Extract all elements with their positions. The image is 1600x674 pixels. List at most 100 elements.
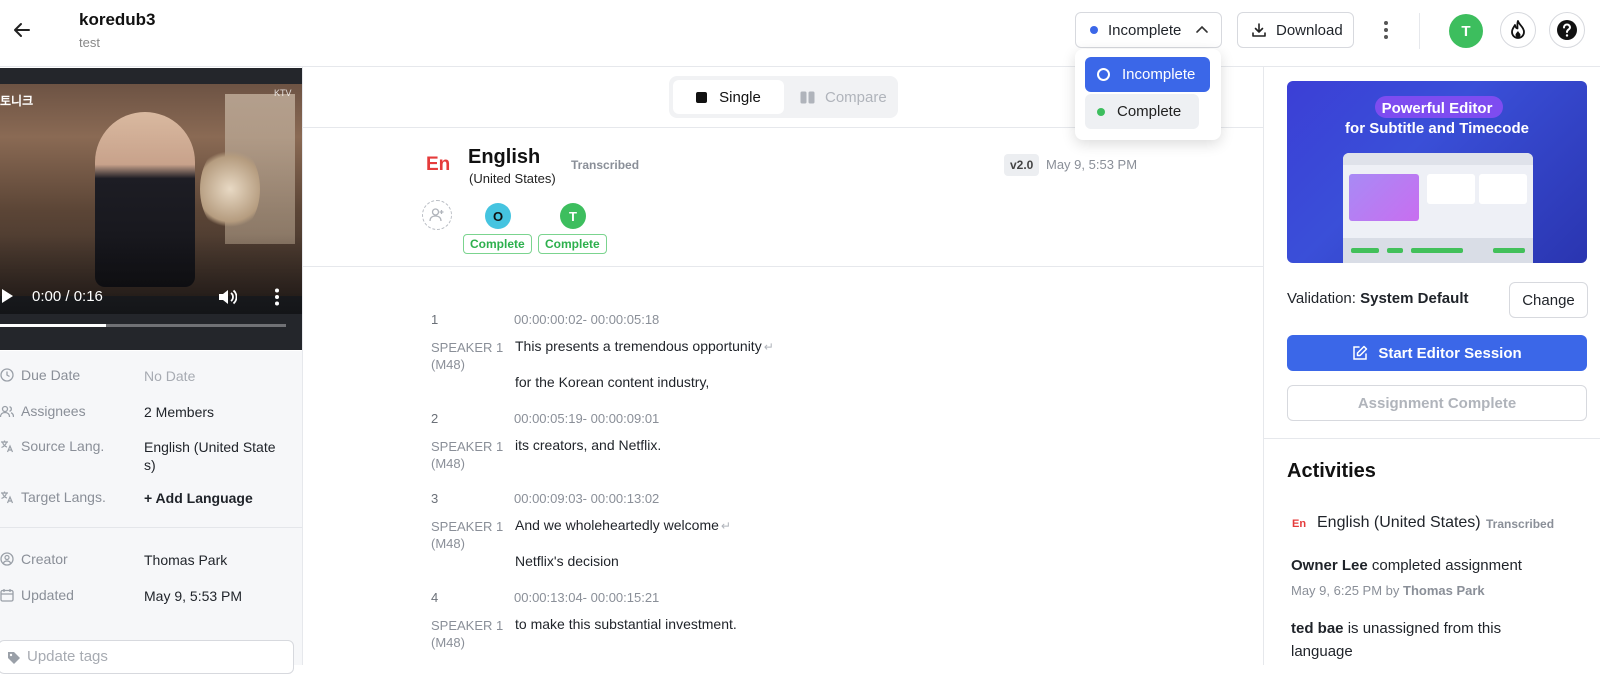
assignee-avatar[interactable]: O <box>485 203 511 229</box>
user-avatar[interactable]: T <box>1449 14 1483 48</box>
download-icon <box>1252 23 1266 37</box>
assignee-avatar[interactable]: T <box>560 203 586 229</box>
meta-label: Assignees <box>21 403 86 419</box>
segment-timecode: 00:00:13:04- 00:00:15:21 <box>514 590 660 605</box>
segment-timecode: 00:00:00:02- 00:00:05:18 <box>514 312 660 327</box>
download-label: Download <box>1276 21 1343 39</box>
segment-line: its creators, and Netflix. <box>515 437 662 453</box>
assignees-value[interactable]: 2 Members <box>144 403 284 421</box>
translate-icon <box>1 440 14 453</box>
meta-label: Source Lang. <box>21 438 105 454</box>
activity-entry-continued: language <box>1291 643 1353 660</box>
segment-timecode: 00:00:09:03- 00:00:13:02 <box>514 491 660 506</box>
status-option-complete[interactable]: Complete <box>1085 94 1199 129</box>
due-date-value[interactable]: No Date <box>144 367 284 385</box>
video-time: 0:00 / 0:16 <box>32 288 103 305</box>
segment-number: 3 <box>431 491 439 506</box>
validation-value: System Default <box>1360 290 1469 307</box>
meta-label: Updated <box>21 587 74 603</box>
segment-line: This presents a tremendous opportunity ↵ <box>515 338 774 354</box>
users-icon <box>0 405 14 418</box>
assignment-complete-button[interactable]: Assignment Complete <box>1287 385 1587 421</box>
add-assignee-icon[interactable] <box>422 200 452 230</box>
line-break-icon: ↵ <box>720 519 731 533</box>
meta-divider <box>0 527 302 528</box>
volume-icon[interactable] <box>217 288 238 311</box>
more-options-icon[interactable] <box>1376 16 1396 44</box>
segment-speaker: SPEAKER 1 <box>431 439 504 454</box>
status-dropdown-button[interactable]: Incomplete <box>1075 12 1222 48</box>
status-dot-icon <box>1090 26 1098 34</box>
segment-line: for the Korean content industry, <box>515 374 710 390</box>
activity-by-user: Thomas Park <box>1403 583 1485 598</box>
meta-label: Creator <box>21 551 68 567</box>
activity-actor: ted bae <box>1291 620 1344 637</box>
edit-icon <box>1353 345 1368 360</box>
back-arrow-icon[interactable] <box>8 16 36 44</box>
top-header: koredub3 test Incomplete Download T <box>0 0 1600 67</box>
editor-mockup-illustration <box>1343 153 1533 263</box>
activity-language-code: En <box>1292 518 1307 530</box>
meta-label: Due Date <box>21 367 81 383</box>
segment-number: 1 <box>431 312 439 327</box>
activity-language-status: Transcribed <box>1486 517 1555 531</box>
translate-icon <box>1 491 14 504</box>
language-divider <box>303 266 1263 267</box>
video-more-icon[interactable] <box>274 288 280 311</box>
activity-meta: May 9, 6:25 PM by Thomas Park <box>1291 583 1485 598</box>
segment-line: Netflix's decision <box>515 553 619 569</box>
add-language-link[interactable]: + Add Language <box>144 489 284 507</box>
radio-ring-icon <box>1097 68 1110 81</box>
play-icon[interactable] <box>2 289 13 303</box>
tags-input[interactable]: Update tags <box>0 640 294 674</box>
language-name: English <box>468 146 541 168</box>
activity-language-name: English (United States) <box>1317 514 1481 531</box>
status-dot-icon <box>1097 107 1105 116</box>
assignee-status-chip: Complete <box>538 234 607 254</box>
assignee-status-chip: Complete <box>463 234 532 254</box>
segment-line: to make this substantial investment. <box>515 616 737 632</box>
segment-number: 2 <box>431 411 439 426</box>
tag-icon <box>8 652 20 664</box>
single-view-button[interactable]: Single <box>673 80 784 114</box>
segment-line: And we wholeheartedly welcome ↵ <box>515 517 731 533</box>
video-progress-bar[interactable] <box>0 324 286 327</box>
source-lang-value: English (United State s) <box>144 439 276 473</box>
segment-number: 4 <box>431 590 439 605</box>
compare-columns-icon <box>800 91 815 103</box>
view-mode-toggle: Single Compare <box>669 76 898 118</box>
editor-promo-banner[interactable]: Powerful Editor for Subtitle and Timecod… <box>1287 81 1587 263</box>
panel-divider <box>1263 67 1264 665</box>
broadcast-logo: 토니크 <box>0 94 34 108</box>
segment-timecode: 00:00:05:19- 00:00:09:01 <box>514 411 660 426</box>
segment-speaker: SPEAKER 1 <box>431 618 504 633</box>
section-divider <box>1264 438 1600 439</box>
language-region: (United States) <box>469 171 556 186</box>
activities-heading: Activities <box>1287 460 1376 482</box>
user-circle-icon <box>0 552 14 566</box>
fire-icon[interactable] <box>1500 12 1536 48</box>
single-label: Single <box>719 88 761 106</box>
segment-speaker-id: (M48) <box>431 456 465 471</box>
help-icon[interactable] <box>1549 12 1585 48</box>
version-badge: v2.0 <box>1004 154 1040 176</box>
segment-speaker-id: (M48) <box>431 536 465 551</box>
line-break-icon: ↵ <box>763 340 774 354</box>
download-button[interactable]: Download <box>1237 12 1354 48</box>
creator-value: Thomas Park <box>144 552 228 568</box>
activity-actor: Owner Lee <box>1291 557 1368 574</box>
meta-label: Target Langs. <box>21 489 106 505</box>
calendar-icon <box>0 589 14 602</box>
status-option-incomplete[interactable]: Incomplete <box>1085 57 1210 92</box>
video-player[interactable]: 토니크 KTV 0:00 / 0:16 En <box>0 68 302 350</box>
change-validation-button[interactable]: Change <box>1509 282 1588 318</box>
project-title: koredub3 <box>79 10 156 29</box>
compare-label: Compare <box>825 88 887 106</box>
compare-view-button[interactable]: Compare <box>794 80 894 114</box>
project-meta-panel: Due Date No Date Assignees 2 Members Sou… <box>0 351 302 665</box>
header-divider <box>1419 13 1420 49</box>
segment-speaker-id: (M48) <box>431 635 465 650</box>
start-editor-session-button[interactable]: Start Editor Session <box>1287 335 1587 371</box>
status-label: Incomplete <box>1108 21 1182 39</box>
tags-placeholder: Update tags <box>27 648 108 665</box>
